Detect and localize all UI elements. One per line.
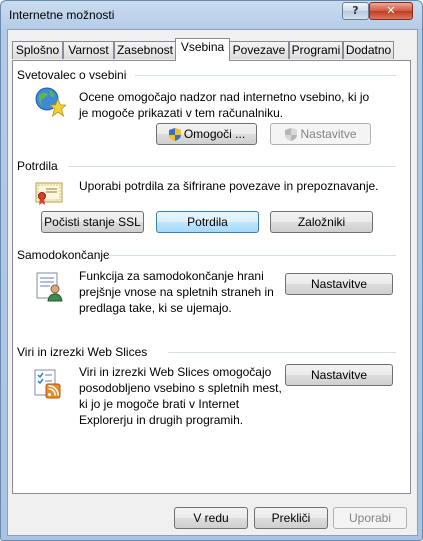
uac-shield-icon	[285, 128, 298, 142]
publishers-button[interactable]: Založniki	[270, 211, 373, 233]
section-divider	[108, 255, 396, 256]
help-button[interactable]: ?	[342, 2, 369, 20]
window-title: Internetne možnosti	[9, 8, 115, 22]
tab-programs[interactable]: Programi	[289, 41, 343, 59]
apply-button[interactable]: Uporabi	[333, 507, 407, 529]
autocomplete-title: Samodokončanje	[17, 248, 110, 262]
enable-button-label: Omogoči ...	[183, 127, 246, 141]
feeds-settings-button[interactable]: Nastavitve	[285, 364, 393, 386]
content-advisor-globe-icon	[35, 87, 66, 117]
certificate-icon	[35, 182, 63, 205]
feeds-description: Viri in izrezki Web Slices omogočajo pos…	[79, 365, 282, 427]
tab-privacy[interactable]: Zasebnost	[114, 41, 176, 59]
content-advisor-title: Svetovalec o vsebini	[17, 68, 127, 82]
enable-content-advisor-button[interactable]: Omogoči ...	[156, 123, 257, 145]
close-button[interactable]: ✕	[369, 2, 413, 20]
tab-security[interactable]: Varnost	[63, 41, 114, 59]
dialog-window: Internetne možnosti ? ✕ Splošno Varnost …	[0, 0, 423, 541]
tab-connections[interactable]: Povezave	[229, 41, 289, 59]
cancel-button[interactable]: Prekliči	[254, 507, 328, 529]
section-divider	[168, 352, 396, 353]
ok-button[interactable]: V redu	[174, 507, 248, 529]
section-divider	[135, 75, 396, 76]
feeds-title: Viri in izrezki Web Slices	[17, 345, 148, 359]
content-advisor-settings-button[interactable]: Nastavitve	[270, 123, 371, 145]
autocomplete-form-icon	[36, 272, 63, 302]
content-tab-panel: Svetovalec o vsebini Ocene omogočajo nad…	[12, 60, 411, 494]
certificates-title: Potrdila	[17, 159, 58, 173]
tab-content[interactable]: Vsebina	[175, 38, 230, 61]
tab-advanced[interactable]: Dodatno	[343, 41, 394, 59]
dialog-client-area: Splošno Varnost Zasebnost Vsebina Poveza…	[7, 29, 418, 536]
autocomplete-settings-button[interactable]: Nastavitve	[285, 273, 393, 295]
content-advisor-settings-label: Nastavitve	[300, 127, 357, 141]
autocomplete-description: Funkcija za samodokončanje hrani prejšnj…	[79, 269, 274, 315]
uac-shield-icon	[168, 128, 181, 142]
feeds-rss-icon	[34, 369, 61, 399]
clear-ssl-state-button[interactable]: Počisti stanje SSL	[41, 211, 144, 233]
certificates-description: Uporabi potrdila za šifrirane povezave i…	[79, 179, 379, 193]
certificates-button[interactable]: Potrdila	[156, 211, 259, 233]
section-divider	[68, 166, 396, 167]
content-advisor-description: Ocene omogočajo nadzor nad internetno vs…	[79, 90, 370, 120]
title-bar[interactable]: Internetne možnosti ? ✕	[1, 1, 422, 29]
tab-general[interactable]: Splošno	[12, 41, 63, 59]
